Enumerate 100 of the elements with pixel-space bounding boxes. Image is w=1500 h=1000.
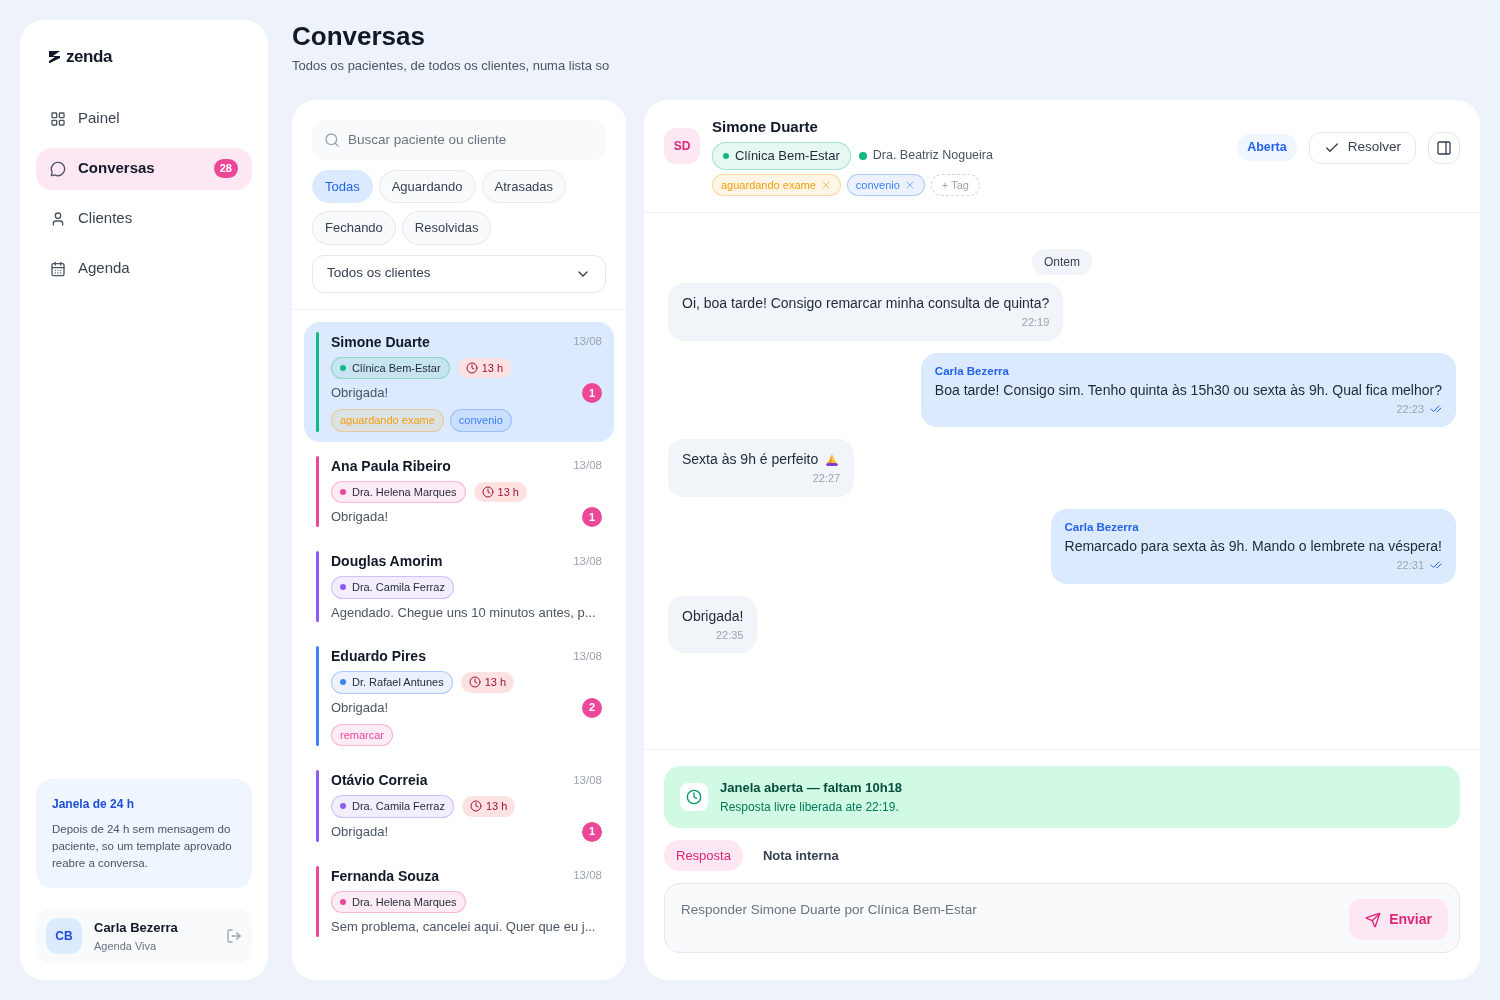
conversation-date: 13/08 [573,334,602,350]
patient-name: Douglas Amorim [331,552,443,571]
unread-badge: 1 [582,821,602,842]
conversation-item[interactable]: Douglas Amorim 13/08 Dra. Camila Ferraz Agendado. Chegue uns 10 minutos antes, p... [304,541,614,632]
filter-chip[interactable]: Todas [312,169,373,203]
conversation-date: 13/08 [573,772,602,788]
avatar: SD [664,127,700,164]
message-text: Oi, boa tarde! Consigo remarcar minha consulta de quinta? [682,294,1050,313]
message-preview: Agendado. Chegue uns 10 minutos antes, p... [331,603,596,622]
message-time: 22:27 [812,471,841,487]
message-text: Boa tarde! Consigo sim. Tenho quinta às 15h30 ou sexta às 9h. Qual fica melhor? [934,380,1442,400]
clock-icon [469,800,482,813]
message-time: 22:35 [715,627,744,643]
conversation-date: 13/08 [573,868,602,884]
user-name: Carla Bezerra [94,919,179,937]
clock-icon [680,782,708,811]
nav-item[interactable]: Conversas 28 [36,147,252,190]
contact-name: Simone Duarte [712,116,819,137]
client-chip: Clínica Bem-Estar [712,142,851,170]
patient-name: Fernanda Souza [331,866,440,886]
client-chip: Clínica Bem-Estar [331,356,450,379]
filter-chip[interactable]: Atrasadas [481,169,567,203]
notice-title: Janela aberta — faltam 10h18 [720,779,903,797]
conversation-item[interactable]: Otávio Correia 13/08 Dra. Camila Ferraz 13 h Obrigada! 1 [304,760,614,852]
message-text: Obrigada! [682,606,744,626]
logout-icon[interactable] [226,928,242,944]
unread-badge: 1 [582,507,602,527]
patient-name: Otávio Correia [331,771,428,790]
conversation-date: 13/08 [573,648,602,664]
client-chip: Dra. Camila Ferraz [331,795,454,818]
count-badge: 28 [213,159,238,178]
user-org: Agenda Viva [94,938,158,954]
info-text: Depois de 24 h sem mensagem do paciente, so um template aprovado reabre a conversa. [52,822,233,871]
chat-bubble-icon [50,160,66,177]
nav-item[interactable]: Agenda [36,247,252,290]
message-time: 22:31 [1396,558,1424,573]
filter-chip[interactable]: Fechando [312,211,396,245]
page-subtitle: Todos os pacientes, de todos os clientes, numa lista so [292,57,611,75]
client-chip: Dr. Rafael Antunes [331,671,453,694]
tag: remarcar [331,723,393,746]
logo-icon [48,49,62,64]
clock-icon [465,361,478,374]
tag: aguardando exame [331,409,444,432]
message-author: Carla Bezerra [1064,519,1140,535]
client-select[interactable]: Todos os clientes [312,254,606,293]
clock-icon [468,676,481,689]
panel-toggle-button[interactable] [1428,131,1460,164]
timer-chip: 13 h [460,672,515,693]
unread-badge: 1 [582,383,602,403]
avatar: CB [46,918,82,954]
client-chip: Dra. Helena Marques [331,890,466,913]
message-preview: Sem problema, cancelei aqui. Quer que eu j... [331,918,596,936]
clock-icon [481,485,494,498]
filter-chip[interactable]: Aguardando [378,169,476,203]
client-chip: Dra. Helena Marques [331,480,466,503]
message-author: Carla Bezerra [934,363,1010,379]
timer-chip: 13 h [457,357,512,378]
patient-name: Ana Paula Ribeiro [331,456,451,476]
page-title: Conversas [292,20,426,52]
side-panel-icon [1436,139,1452,156]
conversation-item[interactable]: Ana Paula Ribeiro 13/08 Dra. Helena Marques 13 h Obrigada! 1 [304,445,614,537]
tag: convenio [449,409,512,432]
conversation-item[interactable]: Eduardo Pires 13/08 Dr. Rafael Antunes 13 h Obrigada! 2 remarcar [304,636,614,756]
person-icon [50,210,66,227]
timer-chip: 13 h [473,481,527,502]
send-icon [1365,911,1382,928]
message-time: 22:19 [1021,315,1050,330]
filter-chip[interactable]: Resolvidas [401,211,492,245]
conversation-item[interactable]: Simone Duarte 13/08 Clínica Bem-Estar 13 h Obrigada! 1 aguardando exame convenio [304,321,614,442]
message-preview: Obrigada! [331,822,389,841]
tag: aguardando exame [712,173,841,196]
nav-item[interactable]: Painel [36,97,252,140]
patient-name: Simone Duarte [331,332,430,352]
message-preview: Obrigada! [331,384,389,403]
timer-chip: 13 h [461,796,516,817]
message-text: Sexta às 9h é perfeito [682,450,819,470]
search-field[interactable]: Buscar paciente ou cliente [312,119,606,160]
patient-name: Eduardo Pires [331,647,426,666]
grid-icon [50,110,66,127]
info-title: Janela de 24 h [52,796,136,813]
nav-item[interactable]: Clientes [36,197,252,240]
mode-tab[interactable]: Nota interna [750,839,851,871]
message-preview: Obrigada! [331,698,389,717]
message-text: Remarcado para sexta às 9h. Mando o lembrete na véspera! [1064,537,1442,556]
calendar-icon [50,260,66,277]
client-chip: Dra. Camila Ferraz [331,576,454,599]
status-badge: Aberta [1237,134,1297,161]
conversation-date: 13/08 [573,553,602,569]
send-button[interactable]: Enviar [1349,899,1448,940]
doctor-label: Dra. Beatriz Nogueira [858,146,993,166]
mode-tab[interactable]: Resposta [664,839,743,871]
search-icon [324,131,340,148]
conversation-date: 13/08 [573,458,602,474]
notice-text: Resposta livre liberada ate 22:19. [720,798,900,816]
message-preview: Obrigada! [331,508,389,527]
resolve-button[interactable]: Resolver [1308,131,1416,164]
logo: zenda [66,46,113,68]
conversation-item[interactable]: Fernanda Souza 13/08 Dra. Helena Marques Sem problema, cancelei aqui. Quer que eu j... [304,855,614,947]
tag: convenio [846,173,925,196]
unread-badge: 2 [582,697,602,718]
